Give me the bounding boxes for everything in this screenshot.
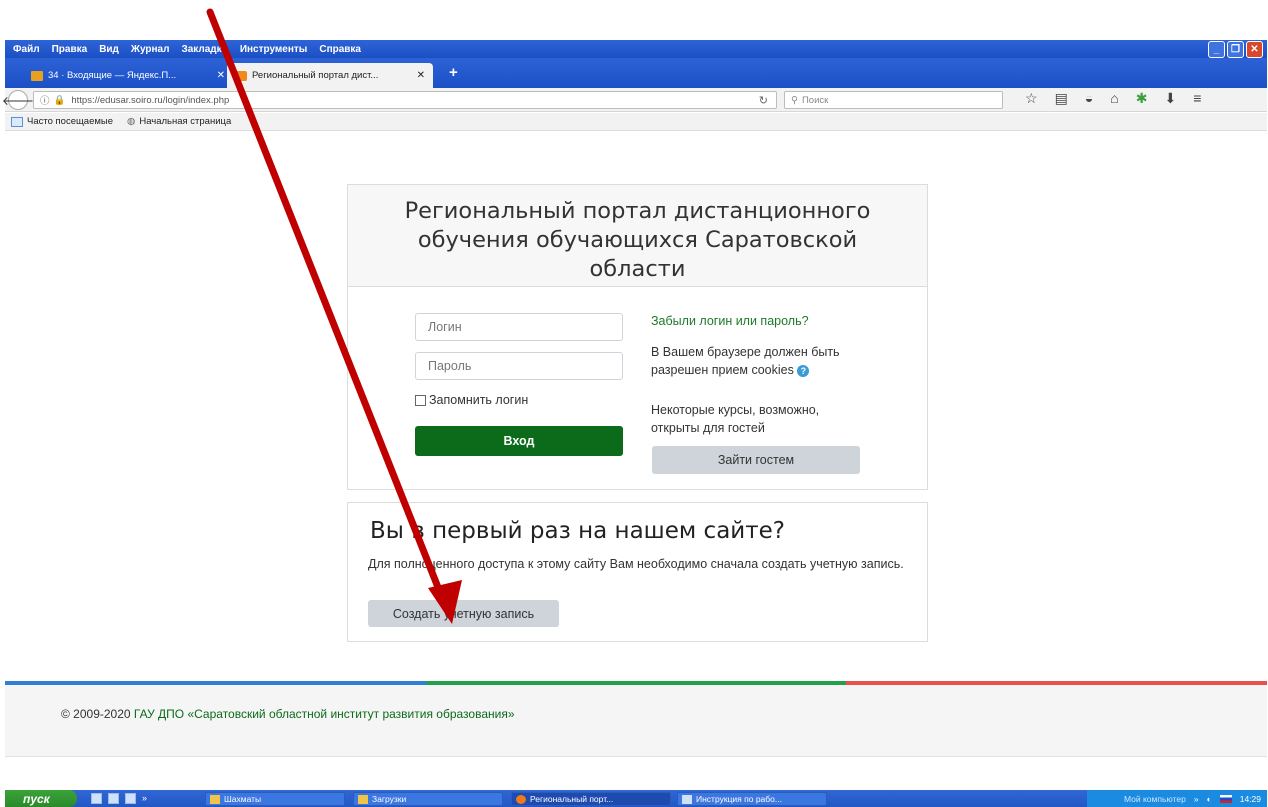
windows-taskbar: пуск » Шахматы Загрузки Региональный пор… — [5, 790, 1267, 807]
copyright: © 2009-2020 — [61, 707, 131, 721]
quick-launch: » — [91, 793, 147, 804]
clock: 14:29 — [1239, 793, 1261, 804]
toolbar-icons: ☆ ▤ ◒ ⌂ ✱ ⬇ ≡ — [1025, 90, 1201, 107]
login-card-header: Региональный портал дистанционного обуче… — [348, 185, 927, 287]
username-field[interactable]: Логин — [415, 313, 623, 341]
chevron-right-icon[interactable]: » — [142, 793, 147, 804]
search-input[interactable]: ⚲ Поиск — [784, 91, 1003, 109]
bookmark-label: Часто посещаемые — [27, 116, 114, 127]
page-footer: © 2009-2020 ГАУ ДПО «Саратовский областн… — [5, 685, 1267, 757]
tab-strip: 34 · Входящие — Яндекс.П... ✕ Региональн… — [5, 58, 1267, 88]
navigation-bar: 🡐 ⓘ 🔒 https://edusar.soiro.ru/login/inde… — [2, 88, 1267, 112]
tab-label: 34 · Входящие — Яндекс.П... — [48, 70, 177, 81]
quicklaunch-app-icon[interactable] — [91, 793, 102, 804]
tab-label: Региональный портал дист... — [252, 70, 379, 81]
taskbar-item-browser[interactable]: Региональный порт... — [511, 792, 671, 806]
password-field[interactable]: Пароль — [415, 352, 623, 380]
star-icon[interactable]: ☆ — [1025, 90, 1038, 107]
help-icon[interactable]: ? — [797, 364, 810, 377]
taskbar-item-instruction[interactable]: Инструкция по рабо... — [677, 792, 827, 806]
info-icon[interactable]: ⓘ — [40, 93, 50, 107]
system-tray: Мой компьютер » ◐ 14:29 — [1087, 790, 1267, 807]
page-title: Региональный портал дистанционного обуче… — [404, 198, 871, 282]
remember-label: Запомнить логин — [429, 393, 529, 407]
reload-icon[interactable]: ↻ — [759, 94, 768, 107]
language-icon[interactable]: ◐ — [1207, 794, 1212, 804]
folder-icon — [210, 794, 220, 804]
remember-checkbox[interactable] — [415, 394, 426, 406]
library-icon[interactable]: ▤ — [1055, 90, 1068, 107]
cookies-note: В Вашем браузере должен быть разрешен пр… — [651, 343, 876, 379]
menu-icon[interactable]: ≡ — [1193, 90, 1201, 107]
task-label: Загрузки — [372, 794, 407, 804]
screenshot-root: Файл Правка Вид Журнал Закладки Инструме… — [0, 0, 1268, 807]
task-label: Инструкция по рабо... — [696, 794, 782, 804]
folder-icon — [358, 794, 368, 804]
guest-note: Некоторые курсы, возможно, открыты для г… — [651, 403, 820, 435]
mail-icon — [31, 70, 43, 81]
task-label: Шахматы — [224, 794, 262, 804]
addon-icon[interactable]: ✱ — [1136, 90, 1148, 107]
tab-regional-portal[interactable]: Региональный портал дист... ✕ — [227, 63, 433, 88]
menu-help[interactable]: Справка — [319, 44, 361, 55]
cookies-text: В Вашем браузере должен быть разрешен пр… — [651, 345, 840, 377]
taskbar-item-downloads[interactable]: Загрузки — [353, 792, 503, 806]
menu-file[interactable]: Файл — [13, 44, 40, 55]
guest-login-button[interactable]: Зайти гостем — [652, 446, 860, 474]
login-card: Региональный портал дистанционного обуче… — [347, 184, 928, 490]
chevron-right-icon[interactable]: » — [1194, 794, 1199, 804]
taskbar-item-chess[interactable]: Шахматы — [205, 792, 345, 806]
signup-title: Вы в первый раз на нашем сайте? — [370, 518, 785, 544]
pocket-icon[interactable]: ◒ — [1085, 90, 1093, 107]
tab-yandex-mail[interactable]: 34 · Входящие — Яндекс.П... ✕ — [23, 63, 233, 88]
window-controls: _ ❐ ✕ — [1208, 41, 1263, 58]
forgot-password-link[interactable]: Забыли логин или пароль? — [651, 314, 809, 328]
login-button[interactable]: Вход — [415, 426, 623, 456]
close-tab-icon[interactable]: ✕ — [217, 70, 225, 81]
menu-view[interactable]: Вид — [99, 44, 119, 55]
signup-card: Вы в первый раз на нашем сайте? Для полн… — [347, 502, 928, 642]
org-link[interactable]: ГАУ ДПО «Саратовский областной институт … — [134, 707, 515, 721]
url-bar[interactable]: ⓘ 🔒 https://edusar.soiro.ru/login/index.… — [33, 91, 777, 109]
remember-username[interactable]: Запомнить логин — [415, 393, 528, 407]
moodle-icon — [235, 70, 247, 81]
bookmark-label: Начальная страница — [139, 116, 232, 127]
footer-text: © 2009-2020 ГАУ ДПО «Саратовский областн… — [61, 707, 515, 721]
browser-menubar: Файл Правка Вид Журнал Закладки Инструме… — [5, 40, 1267, 58]
search-placeholder: Поиск — [801, 94, 829, 106]
folder-icon — [11, 116, 23, 127]
menu-history[interactable]: Журнал — [131, 44, 170, 55]
firefox-icon — [516, 794, 526, 804]
tray-label[interactable]: Мой компьютер — [1124, 794, 1186, 804]
quicklaunch-app-icon[interactable] — [108, 793, 119, 804]
start-button[interactable]: пуск — [5, 790, 77, 807]
signup-text: Для полноценного доступа к этому сайту В… — [368, 557, 904, 571]
bookmark-start-page[interactable]: ◍ Начальная страница — [127, 116, 231, 127]
globe-icon: ◍ — [127, 116, 136, 127]
flag-icon — [1219, 794, 1232, 803]
menu-edit[interactable]: Правка — [52, 44, 88, 55]
home-icon[interactable]: ⌂ — [1110, 90, 1118, 107]
show-desktop-icon[interactable] — [125, 793, 136, 804]
menu-bookmarks[interactable]: Закладки — [181, 44, 227, 55]
close-tab-icon[interactable]: ✕ — [417, 70, 425, 81]
task-label: Региональный порт... — [530, 794, 614, 804]
maximize-icon[interactable]: ❐ — [1227, 41, 1244, 58]
document-icon — [682, 794, 692, 804]
download-icon[interactable]: ⬇ — [1164, 90, 1176, 107]
back-arrow-icon[interactable]: 🡐 — [2, 90, 34, 110]
create-account-button[interactable]: Создать учетную запись — [368, 600, 559, 627]
new-tab-button[interactable]: + — [449, 64, 458, 81]
menu-tools[interactable]: Инструменты — [240, 44, 308, 55]
close-icon[interactable]: ✕ — [1246, 41, 1263, 58]
bookmarks-bar: Часто посещаемые ◍ Начальная страница — [5, 113, 1267, 131]
lock-icon: 🔒 — [53, 94, 66, 106]
bookmark-most-visited[interactable]: Часто посещаемые — [11, 116, 113, 127]
url-text: https://edusar.soiro.ru/login/index.php — [71, 94, 230, 106]
search-icon: ⚲ — [791, 94, 798, 106]
minimize-icon[interactable]: _ — [1208, 41, 1225, 58]
